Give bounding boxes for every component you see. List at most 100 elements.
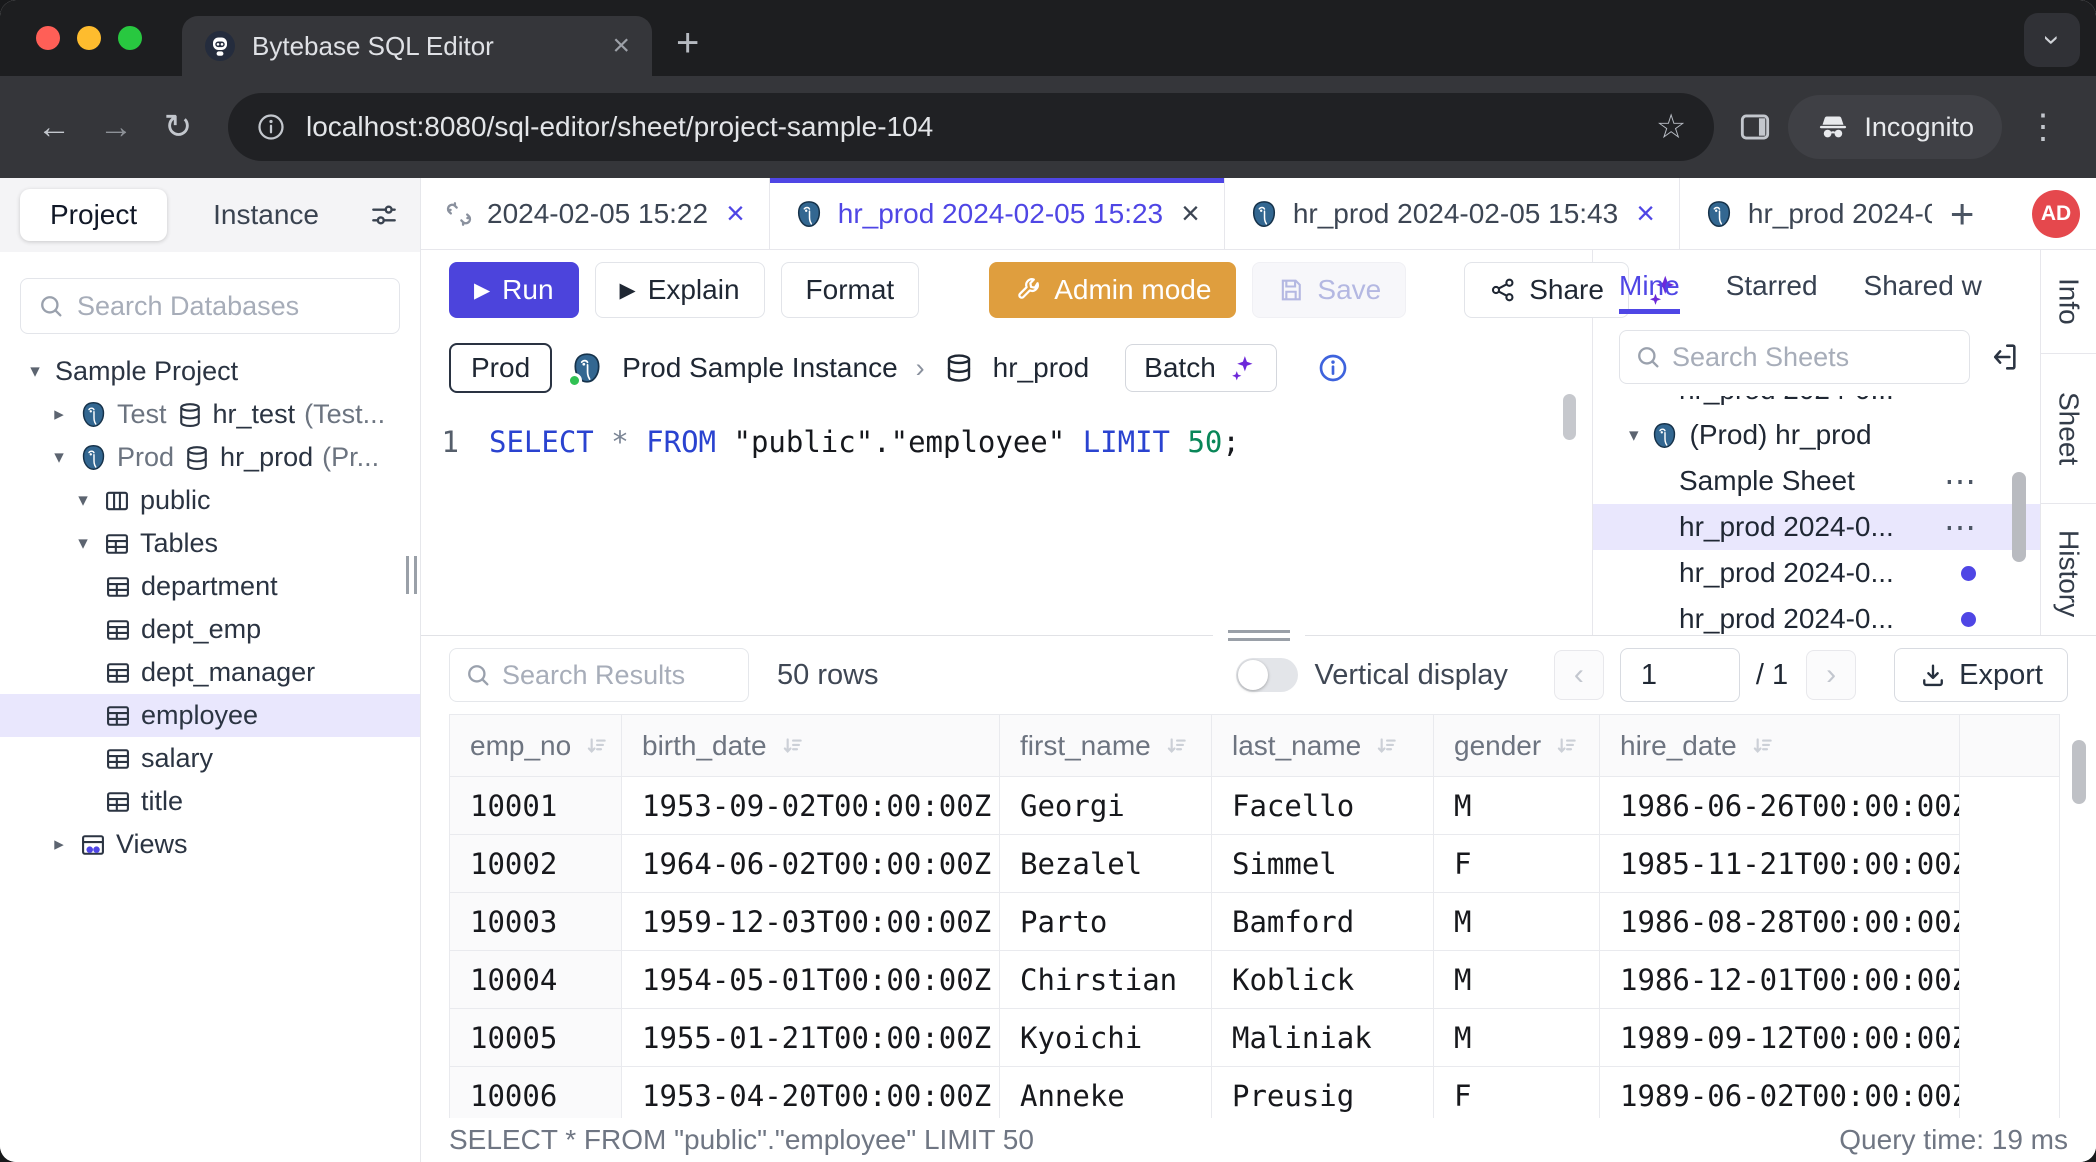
table-cell[interactable]: Chirstian (1000, 951, 1212, 1009)
import-sheet-icon[interactable] (1986, 340, 2020, 374)
table-cell[interactable]: 1989-09-12T00:00:00Z (1600, 1009, 1960, 1067)
side-panel-button[interactable] (1736, 108, 1774, 146)
table-cell[interactable]: 10002 (450, 835, 622, 893)
back-button[interactable]: ← (26, 108, 82, 147)
table-cell[interactable]: F (1434, 835, 1600, 893)
caret-right-icon[interactable]: ▸ (48, 833, 70, 856)
column-header-emp-no[interactable]: emp_no (450, 715, 622, 777)
tree-item-hr-test[interactable]: ▸ Test hr_test (Test... (0, 393, 420, 436)
more-menu-icon[interactable]: ⋯ (1944, 462, 1976, 500)
url-text[interactable]: localhost:8080/sql-editor/sheet/project-… (306, 111, 1636, 143)
minimize-window-button[interactable] (77, 26, 101, 50)
user-avatar[interactable]: AD (2032, 190, 2080, 238)
editor-tab-4[interactable]: hr_prod 2024-0 (1680, 178, 1932, 249)
sheet-item-selected[interactable]: hr_prod 2024-0... ⋯ (1593, 504, 2040, 550)
new-tab-button[interactable]: + (676, 21, 699, 66)
sheet-search[interactable] (1619, 330, 1970, 384)
close-icon[interactable]: × (1181, 195, 1200, 232)
editor-tab-1[interactable]: 2024-02-05 15:22 × (421, 178, 770, 249)
zoom-window-button[interactable] (118, 26, 142, 50)
table-cell[interactable]: 1954-05-01T00:00:00Z (622, 951, 1000, 1009)
more-menu-icon[interactable]: ⋯ (1944, 508, 1976, 546)
tab-search-button[interactable]: › (2024, 13, 2080, 67)
database-name[interactable]: hr_prod (993, 352, 1090, 384)
bookmark-star-icon[interactable]: ☆ (1656, 107, 1686, 147)
results-search-input[interactable] (502, 660, 734, 691)
table-cell[interactable]: F (1434, 1067, 1600, 1118)
tab-instance[interactable]: Instance (213, 199, 319, 231)
tree-item-table-dept-manager[interactable]: dept_manager (0, 651, 420, 694)
tab-starred[interactable]: Starred (1726, 270, 1818, 314)
caret-down-icon[interactable]: ▾ (1629, 424, 1639, 447)
sheet-item-sample-sheet[interactable]: Sample Sheet ⋯ (1593, 458, 2040, 504)
panel-tab-history[interactable]: History (2041, 504, 2096, 635)
table-cell[interactable]: Bezalel (1000, 835, 1212, 893)
prev-page-button[interactable]: ‹ (1554, 650, 1604, 700)
tab-shared[interactable]: Shared w (1864, 270, 1982, 314)
tree-item-tables[interactable]: ▾ Tables (0, 522, 420, 565)
sheet-item-clipped[interactable]: hr_prod 2024-0... ⋯ (1593, 396, 2040, 412)
table-cell[interactable]: M (1434, 893, 1600, 951)
table-cell[interactable]: Preusig (1212, 1067, 1434, 1118)
column-header-gender[interactable]: gender (1434, 715, 1600, 777)
sheet-list-scrollbar[interactable] (2012, 472, 2026, 562)
instance-name[interactable]: Prod Sample Instance (622, 352, 898, 384)
tree-item-hr-prod[interactable]: ▾ Prod hr_prod (Pr... (0, 436, 420, 479)
reload-button[interactable]: ↻ (150, 107, 206, 147)
browser-menu-button[interactable]: ⋮ (2016, 107, 2070, 147)
sql-code-editor[interactable]: 1 SELECT * FROM "public"."employee" LIMI… (421, 406, 1592, 635)
close-window-button[interactable] (36, 26, 60, 50)
table-cell[interactable]: 1959-12-03T00:00:00Z (622, 893, 1000, 951)
panel-tab-info[interactable]: Info (2041, 250, 2096, 354)
table-cell[interactable]: 1953-09-02T00:00:00Z (622, 777, 1000, 835)
table-cell[interactable]: 10005 (450, 1009, 622, 1067)
table-cell[interactable]: Kyoichi (1000, 1009, 1212, 1067)
editor-tab-2[interactable]: hr_prod 2024-02-05 15:23 × (770, 178, 1225, 249)
table-cell[interactable]: Bamford (1212, 893, 1434, 951)
filter-settings-icon[interactable] (368, 199, 400, 231)
caret-down-icon[interactable]: ▾ (48, 446, 70, 469)
sidebar-resize-handle[interactable] (406, 556, 417, 594)
tree-item-table-employee[interactable]: employee (0, 694, 420, 737)
tree-item-views[interactable]: ▸ Views (0, 823, 420, 866)
column-header-hire-date[interactable]: hire_date (1600, 715, 1960, 777)
sort-icon[interactable] (1163, 733, 1189, 759)
caret-down-icon[interactable]: ▾ (72, 489, 94, 512)
sheet-search-input[interactable] (1672, 342, 1955, 373)
table-cell[interactable]: 10006 (450, 1067, 622, 1118)
tree-item-table-dept-emp[interactable]: dept_emp (0, 608, 420, 651)
save-button[interactable]: Save (1252, 262, 1406, 318)
sheet-item-unsaved-2[interactable]: hr_prod 2024-0... (1593, 596, 2040, 635)
environment-badge[interactable]: Prod (449, 343, 552, 393)
tree-item-schema-public[interactable]: ▾ public (0, 479, 420, 522)
close-tab-icon[interactable]: × (612, 29, 630, 63)
table-cell[interactable]: 1986-12-01T00:00:00Z (1600, 951, 1960, 1009)
table-cell[interactable]: Anneke (1000, 1067, 1212, 1118)
database-search-input[interactable] (77, 291, 383, 322)
caret-down-icon[interactable]: ▾ (72, 532, 94, 555)
caret-right-icon[interactable]: ▸ (48, 403, 70, 426)
table-cell[interactable]: 1964-06-02T00:00:00Z (622, 835, 1000, 893)
results-search[interactable] (449, 648, 749, 702)
sheet-group-hr-prod[interactable]: ▾ (Prod) hr_prod (1593, 412, 2040, 458)
sort-icon[interactable] (1553, 733, 1579, 759)
table-cell[interactable]: Facello (1212, 777, 1434, 835)
vertical-display-toggle[interactable] (1236, 658, 1298, 692)
table-cell[interactable]: 1986-06-26T00:00:00Z (1600, 777, 1960, 835)
page-input[interactable] (1620, 648, 1740, 702)
close-icon[interactable]: × (726, 195, 745, 232)
table-cell[interactable]: 1986-08-28T00:00:00Z (1600, 893, 1960, 951)
table-cell[interactable]: Maliniak (1212, 1009, 1434, 1067)
more-menu-icon[interactable]: ⋯ (1938, 396, 1970, 412)
table-cell[interactable]: M (1434, 951, 1600, 1009)
column-header-first-name[interactable]: first_name (1000, 715, 1212, 777)
results-scrollbar[interactable] (2072, 740, 2086, 804)
column-header-last-name[interactable]: last_name (1212, 715, 1434, 777)
tab-mine[interactable]: Mine (1619, 270, 1680, 314)
browser-tab[interactable]: Bytebase SQL Editor × (182, 16, 652, 76)
tree-item-table-title[interactable]: title (0, 780, 420, 823)
next-page-button[interactable]: › (1806, 650, 1856, 700)
info-icon[interactable] (1317, 352, 1349, 384)
tree-item-sample-project[interactable]: ▾ Sample Project (0, 350, 420, 393)
export-button[interactable]: Export (1894, 648, 2068, 702)
